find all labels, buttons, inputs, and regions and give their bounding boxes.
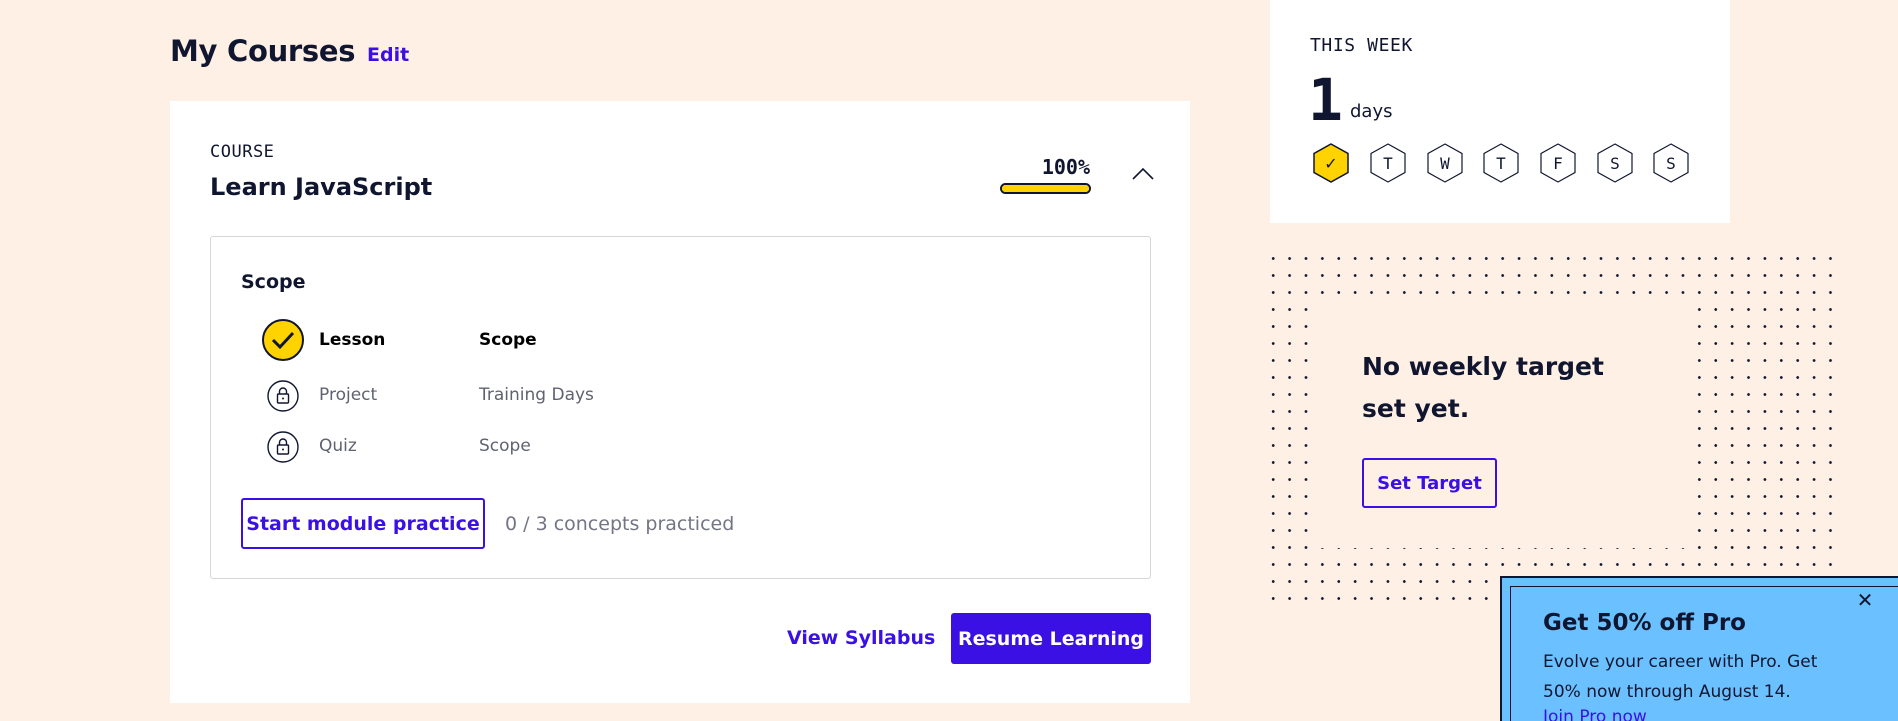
- day-hex-completed: ✓: [1312, 142, 1350, 184]
- day-hex: T: [1369, 142, 1407, 184]
- promo-title: Get 50% off Pro: [1543, 610, 1746, 636]
- course-eyebrow: COURSE: [210, 142, 275, 162]
- lock-icon: [266, 379, 300, 417]
- lock-icon: [266, 430, 300, 468]
- day-label: W: [1440, 153, 1450, 173]
- day-hex: F: [1539, 142, 1577, 184]
- no-target-text: No weekly target set yet.: [1362, 352, 1604, 423]
- item-title: Training Days: [479, 385, 594, 405]
- day-label: T: [1496, 153, 1506, 173]
- weekly-target-panel: No weekly target set yet. Set Target: [1315, 308, 1685, 548]
- page-title: My Courses: [170, 34, 356, 68]
- concepts-practiced-text: 0 / 3 concepts practiced: [505, 513, 735, 535]
- module-item-lesson[interactable]: Lesson Scope: [261, 318, 961, 362]
- streak-count: 1: [1308, 66, 1343, 134]
- check-icon: ✓: [1324, 153, 1338, 173]
- progress-percent: 100%: [1041, 155, 1090, 179]
- view-syllabus-link[interactable]: View Syllabus: [787, 627, 935, 649]
- this-week-card: THIS WEEK 1 days ✓ T W T F S S: [1270, 0, 1730, 223]
- pro-promo-banner: Get 50% off Pro Evolve your career with …: [1500, 576, 1898, 721]
- item-title: Scope: [479, 330, 537, 350]
- close-icon[interactable]: ✕: [1853, 588, 1877, 612]
- day-hex: T: [1482, 142, 1520, 184]
- promo-inner-frame: Get 50% off Pro Evolve your career with …: [1510, 586, 1898, 721]
- module-item-project[interactable]: Project Training Days: [261, 379, 961, 423]
- day-label: S: [1666, 153, 1676, 173]
- course-card: COURSE Learn JavaScript 100% Scope Lesso…: [170, 101, 1190, 703]
- day-hex: W: [1426, 142, 1464, 184]
- progress-bar: [1000, 183, 1091, 194]
- promo-body: Evolve your career with Pro. Get 50% now…: [1543, 652, 1818, 702]
- module-box: Scope Lesson Scope Project Training Days…: [210, 236, 1151, 579]
- start-module-practice-button[interactable]: Start module practice: [241, 498, 485, 549]
- edit-courses-link[interactable]: Edit: [367, 44, 409, 66]
- progress-fill: [1002, 185, 1089, 192]
- day-label: S: [1610, 153, 1620, 173]
- streak-unit: days: [1350, 101, 1393, 122]
- day-hex: S: [1596, 142, 1634, 184]
- join-pro-link[interactable]: Join Pro now: [1543, 707, 1647, 721]
- chevron-up-icon[interactable]: [1128, 159, 1158, 189]
- course-name[interactable]: Learn JavaScript: [210, 173, 432, 201]
- module-item-quiz[interactable]: Quiz Scope: [261, 430, 961, 474]
- resume-learning-button[interactable]: Resume Learning: [951, 613, 1151, 664]
- day-label: F: [1553, 153, 1563, 173]
- check-circle-icon: [261, 318, 305, 366]
- item-type: Project: [319, 385, 378, 405]
- day-hex: S: [1652, 142, 1690, 184]
- module-title: Scope: [241, 271, 306, 293]
- item-type: Lesson: [319, 330, 386, 350]
- item-type: Quiz: [319, 436, 357, 456]
- day-label: T: [1383, 153, 1393, 173]
- set-target-button[interactable]: Set Target: [1362, 458, 1497, 508]
- item-title: Scope: [479, 436, 531, 456]
- week-label: THIS WEEK: [1310, 35, 1413, 56]
